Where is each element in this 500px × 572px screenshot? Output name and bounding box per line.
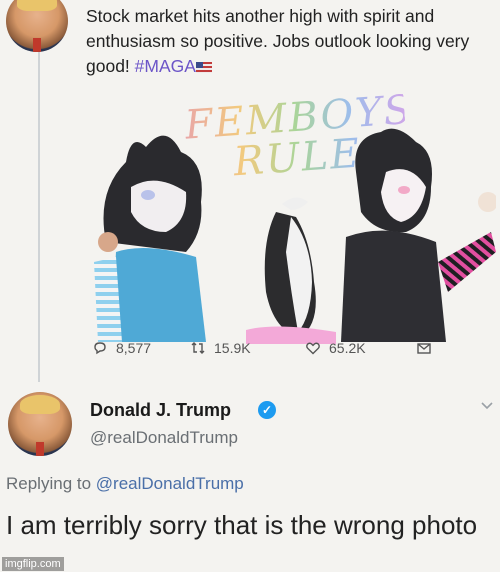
display-name[interactable]: Donald J. Trump <box>90 400 231 421</box>
username-handle[interactable]: @realDonaldTrump <box>90 428 238 448</box>
replying-mention-link[interactable]: @realDonaldTrump <box>96 474 244 493</box>
heart-icon <box>306 342 320 355</box>
replying-prefix: Replying to <box>6 474 92 493</box>
like-count: 65.2K <box>329 340 366 356</box>
chevron-down-icon[interactable] <box>480 398 494 412</box>
retweet-count: 15.9K <box>214 340 251 356</box>
retweet-icon <box>191 342 205 354</box>
tail-figure <box>246 197 336 344</box>
replying-to-line: Replying to @realDonaldTrump <box>6 474 244 494</box>
verified-badge-icon: ✓ <box>258 401 276 419</box>
tweet-text: Stock market hits another high with spir… <box>86 4 498 79</box>
artwork-lettering: FEMBOYS RULE <box>183 86 415 186</box>
avatar[interactable] <box>6 0 68 52</box>
reply-icon <box>94 342 106 355</box>
reply-button[interactable]: 8,577 <box>92 340 151 356</box>
hashtag-link[interactable]: #MAGA <box>135 56 196 76</box>
reply-avatar[interactable] <box>8 392 72 456</box>
reply-text: I am terribly sorry that is the wrong ph… <box>6 510 478 540</box>
thread-line <box>38 52 40 382</box>
us-flag-icon <box>195 62 212 73</box>
watermark: imgflip.com <box>2 557 64 571</box>
retweet-button[interactable]: 15.9K <box>190 340 251 356</box>
reply-count: 8,577 <box>116 340 152 356</box>
tweet-actions: 8,577 15.9K 65.2K <box>92 340 492 360</box>
share-icon <box>417 343 431 354</box>
share-button[interactable] <box>416 340 432 356</box>
tweet-image[interactable]: FEMBOYS RULE <box>86 86 498 344</box>
like-button[interactable]: 65.2K <box>305 340 366 356</box>
